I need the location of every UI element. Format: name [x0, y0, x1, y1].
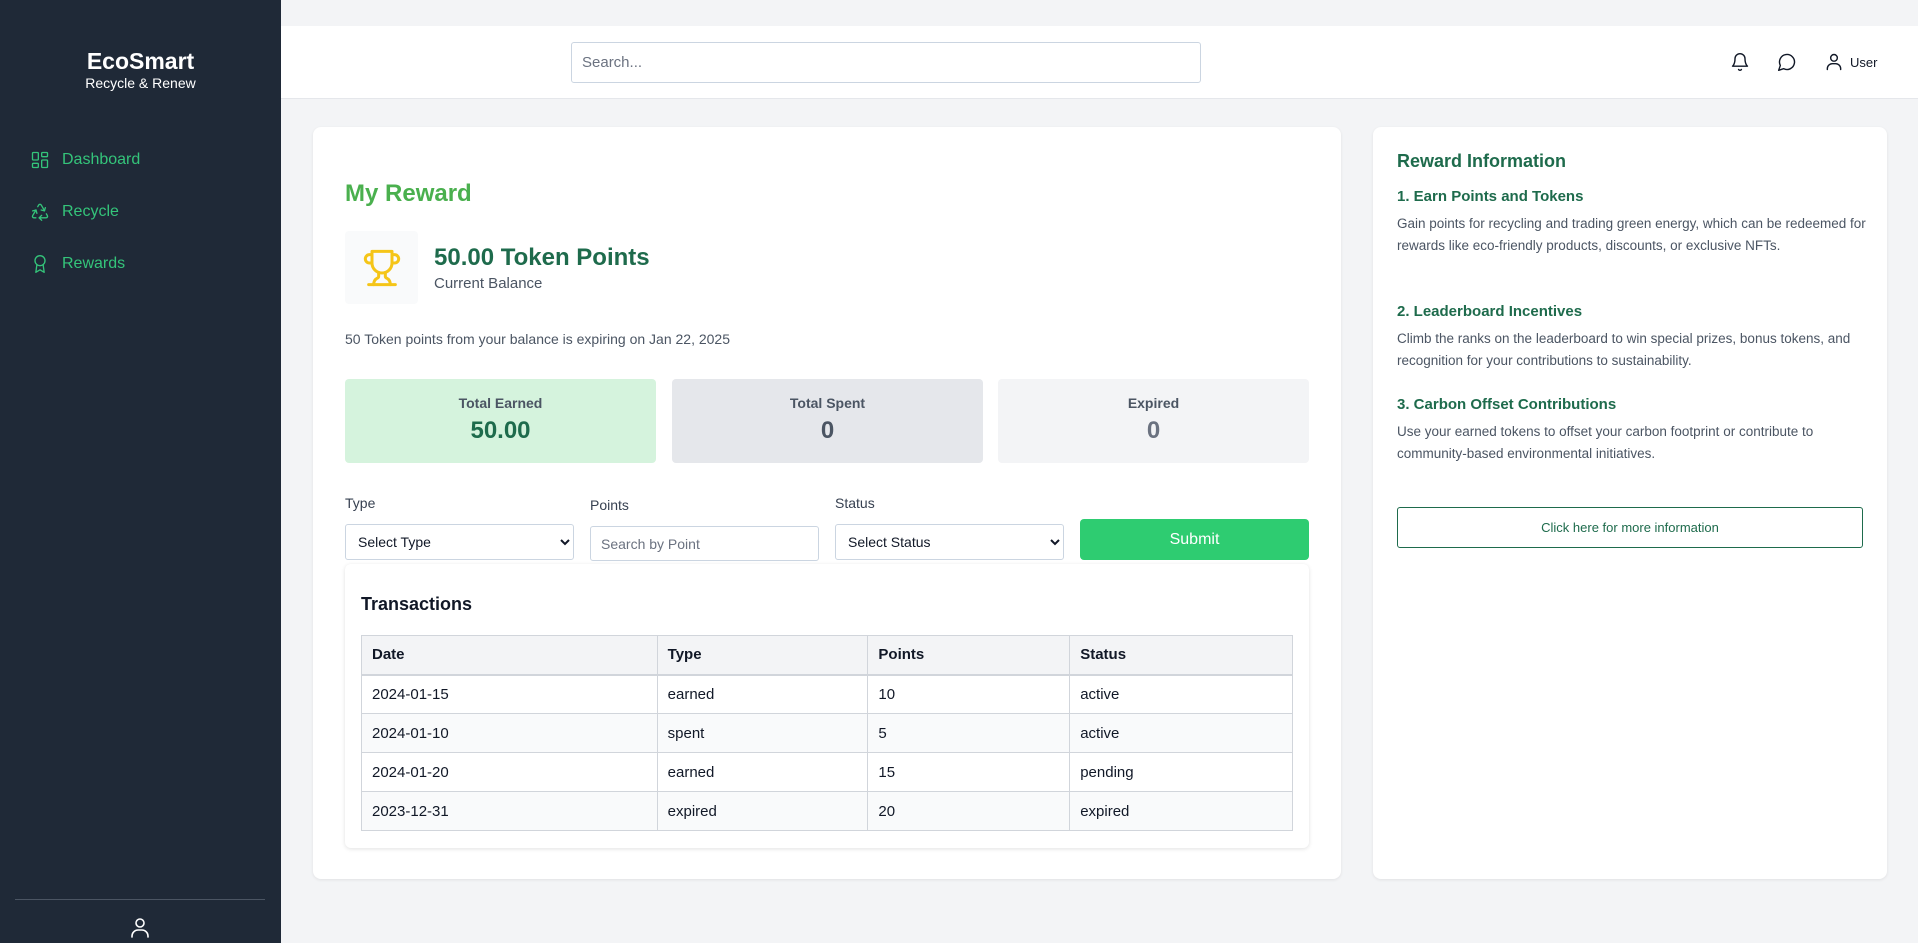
bell-icon [1731, 53, 1749, 71]
type-filter-label: Type [345, 495, 376, 511]
sidebar-item-recycle[interactable]: Recycle [30, 200, 140, 224]
table-row: 2024-01-10 spent 5 active [361, 713, 1293, 753]
stat-label: Total Spent [789, 395, 866, 411]
topbar: User [281, 26, 1918, 99]
stat-total-earned: Total Earned 50.00 [345, 379, 656, 463]
points-filter-label: Points [590, 497, 629, 513]
transactions-table: Date Type Points Status 2024-01-15 earne… [361, 635, 1293, 831]
sidebar-nav: Dashboard Recycle Rewards [30, 148, 140, 304]
award-icon [34, 255, 46, 273]
user-label: User [1850, 54, 1878, 70]
info-text: Use your earned tokens to offset your ca… [1397, 424, 1814, 461]
search-input[interactable] [571, 42, 1201, 83]
cell-status: active [1069, 713, 1293, 753]
info-heading: 2. Leaderboard Incentives [1397, 303, 1583, 320]
stat-value: 0 [1146, 417, 1161, 444]
column-header-points: Points [867, 635, 1071, 676]
brand-subtitle: Recycle & Renew [85, 75, 196, 91]
reward-card: My Reward 50.00 Token Points Current Bal… [313, 127, 1341, 879]
info-title: Reward Information [1397, 151, 1567, 171]
sidebar-item-label: Rewards [62, 255, 126, 272]
table-header-row: Date Type Points Status [361, 635, 1293, 676]
sidebar-divider [15, 899, 265, 900]
trophy-badge [345, 231, 418, 304]
dashboard-icon [31, 151, 49, 169]
cell-type: expired [656, 791, 869, 831]
info-text: Climb the ranks on the leaderboard to wi… [1397, 331, 1851, 368]
table-row: 2024-01-20 earned 15 pending [361, 752, 1293, 792]
sidebar: EcoSmart Recycle & Renew Dashboard Recyc… [0, 0, 281, 943]
user-icon [1826, 53, 1842, 71]
cell-type: spent [656, 713, 869, 753]
transactions-title: Transactions [361, 594, 473, 614]
stat-value: 50.00 [470, 417, 531, 444]
sidebar-item-label: Dashboard [62, 151, 141, 168]
cell-points: 20 [867, 791, 1071, 831]
page-title: My Reward [345, 180, 472, 207]
user-icon[interactable] [128, 916, 152, 940]
chat-icon [1777, 53, 1796, 72]
cell-type: earned [656, 752, 869, 792]
points-search-input[interactable] [590, 526, 819, 561]
sidebar-item-dashboard[interactable]: Dashboard [30, 148, 140, 172]
info-heading: 3. Carbon Offset Contributions [1397, 396, 1617, 413]
cell-date: 2023-12-31 [361, 791, 658, 831]
info-text: Gain points for recycling and trading gr… [1397, 216, 1866, 253]
table-row: 2023-12-31 expired 20 expired [361, 791, 1293, 831]
trophy-icon [363, 249, 400, 286]
cell-status: expired [1069, 791, 1293, 831]
transactions-card: Transactions Date Type Points Status 202… [345, 564, 1309, 848]
notifications-button[interactable] [1728, 50, 1752, 74]
cell-type: earned [656, 674, 869, 714]
balance-label: Current Balance [434, 275, 543, 292]
reward-info-card: Reward Information 1. Earn Points and To… [1373, 127, 1887, 879]
brand-title: EcoSmart [86, 48, 195, 74]
balance-value: 50.00 Token Points [434, 244, 650, 271]
cell-date: 2024-01-15 [361, 674, 658, 714]
table-row: 2024-01-15 earned 10 active [361, 674, 1293, 714]
cell-status: active [1069, 674, 1293, 714]
more-info-button[interactable]: Click here for more information [1397, 507, 1863, 548]
stat-label: Total Earned [458, 395, 543, 411]
cell-points: 10 [867, 674, 1071, 714]
type-select[interactable]: Select Type [345, 524, 574, 560]
stat-label: Expired [1127, 395, 1180, 411]
submit-button[interactable]: Submit [1080, 519, 1309, 560]
column-header-date: Date [361, 635, 658, 676]
cell-date: 2024-01-20 [361, 752, 658, 792]
status-filter-label: Status [835, 495, 875, 511]
sidebar-item-label: Recycle [62, 203, 119, 220]
status-select[interactable]: Select Status [835, 524, 1064, 560]
info-heading: 1. Earn Points and Tokens [1397, 188, 1584, 205]
brand: EcoSmart Recycle & Renew [0, 48, 281, 92]
stat-total-spent: Total Spent 0 [672, 379, 983, 463]
stat-expired: Expired 0 [998, 379, 1309, 463]
cell-points: 15 [867, 752, 1071, 792]
column-header-status: Status [1069, 635, 1293, 676]
user-menu[interactable]: User [1824, 50, 1877, 74]
stat-value: 0 [820, 417, 835, 444]
recycle-icon [31, 203, 49, 221]
expiry-note: 50 Token points from your balance is exp… [345, 331, 730, 347]
cell-date: 2024-01-10 [361, 713, 658, 753]
column-header-type: Type [656, 635, 869, 676]
cell-status: pending [1069, 752, 1293, 792]
sidebar-item-rewards[interactable]: Rewards [30, 252, 140, 276]
messages-button[interactable] [1775, 50, 1799, 74]
cell-points: 5 [867, 713, 1071, 753]
